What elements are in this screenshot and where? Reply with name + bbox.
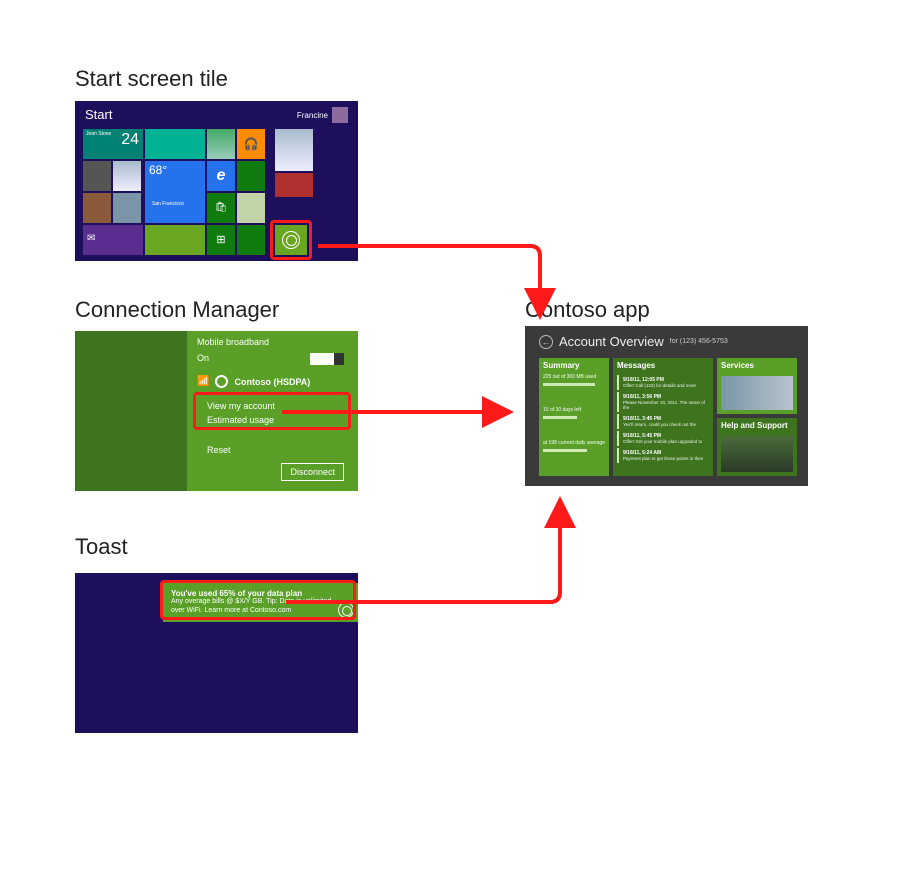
tile-ie[interactable]: e [207,161,235,191]
avatar [332,107,348,123]
tile-news[interactable] [275,173,313,197]
tile-photo-4[interactable] [113,193,141,223]
help-image [721,436,793,472]
weather-city: San Francisco [149,199,187,209]
tile-mail[interactable]: ✉ [83,225,143,255]
message-item[interactable]: 9/18/11, 3:45 PMYes'll return, could you… [617,414,709,429]
label-start: Start screen tile [75,66,228,92]
label-app: Contoso app [525,297,650,323]
contoso-app-screenshot: ← Account Overview for (123) 456-5753 Su… [525,326,808,486]
app-header: ← Account Overview for (123) 456-5753 [539,334,728,349]
tile-photo-small-2[interactable] [113,161,141,191]
tile-calendar[interactable]: Jean Stone 24 [83,129,143,159]
headphones-icon: 🎧 [237,129,265,159]
message-item[interactable]: 9/18/11, 5:24 AMPayment plan to get thos… [617,448,709,463]
message-item[interactable]: 9/18/11, 12:05 PMOffer! Call (123) for d… [617,375,709,390]
ie-icon: e [207,161,235,191]
contoso-icon [338,602,354,618]
toast-notification[interactable]: You've used 65% of your data plan Any ov… [163,583,358,622]
tile-contoso[interactable] [275,225,307,255]
connection-manager-screenshot: Mobile broadband On 📶 Contoso (HSDPA) Vi… [75,331,358,491]
contoso-icon [282,231,300,249]
tile-photo-5[interactable] [237,193,265,223]
start-title: Start [85,107,112,122]
tile-weather[interactable]: 68° San Francisco [145,161,205,223]
windows-icon: ⊞ [207,225,235,255]
start-user[interactable]: Francine [297,107,348,123]
app-card-messages[interactable]: Messages 9/18/11, 12:05 PMOffer! Call (1… [613,358,713,476]
card-summary-title: Summary [539,358,609,373]
tile-wildlife[interactable] [275,129,313,171]
card-help-title: Help and Support [717,418,797,433]
summary-line-3: at 198 current daily average [539,439,609,447]
weather-temp: 68° [149,163,167,177]
back-icon[interactable]: ← [539,335,553,349]
services-image [721,376,793,410]
tile-music[interactable]: 🎧 [237,129,265,159]
start-user-name: Francine [297,111,328,120]
toast-body: Any overage bills @ $X/Y GB. Tip: Data i… [171,598,332,616]
tile-store[interactable]: 🛍 [207,193,235,223]
message-item[interactable]: 9/18/11, 3:56 PMPlease November 10, 2011… [617,392,709,412]
tile-xbox[interactable] [237,161,265,191]
cm-disconnect-button[interactable]: Disconnect [281,463,344,481]
card-messages-title: Messages [613,358,713,373]
tile-photo-small[interactable] [83,161,111,191]
label-toast: Toast [75,534,128,560]
tile-windows[interactable]: ⊞ [207,225,235,255]
tile-blank-2[interactable] [237,225,265,255]
signal-icon: 📶 [197,376,209,387]
app-card-summary[interactable]: Summary 225 out of 300 MB used 15 of 30 … [539,358,609,476]
message-item[interactable]: 9/18/11, 5:45 PMOffer! Get your mobile p… [617,431,709,446]
tile-text[interactable] [145,129,205,159]
tile-blank-1[interactable] [145,225,205,255]
cm-toggle-label: On [197,353,209,363]
cm-link-account[interactable]: View my account [207,401,275,411]
summary-line-1: 225 out of 300 MB used [539,373,609,381]
app-card-help[interactable]: Help and Support [717,418,797,476]
tile-photo-1[interactable] [207,129,235,159]
start-screen-screenshot: Start Francine Jean Stone 24 🎧 68° San F… [75,101,358,261]
app-card-services[interactable]: Services [717,358,797,414]
label-cm: Connection Manager [75,297,279,323]
cm-network-name: Contoso (HSDPA) [234,377,310,387]
tile-photo-3[interactable] [83,193,111,223]
cm-link-usage[interactable]: Estimated usage [207,415,274,425]
cm-network-row[interactable]: 📶 Contoso (HSDPA) [197,375,310,388]
summary-line-2: 15 of 30 days left [539,406,609,414]
mail-icon: ✉ [83,225,143,252]
app-title: Account Overview [559,334,664,349]
toast-title: You've used 65% of your data plan [171,589,332,598]
tile-calendar-day: 24 [121,131,139,149]
cm-header: Mobile broadband [197,337,269,347]
toast-screenshot: You've used 65% of your data plan Any ov… [75,573,358,733]
card-services-title: Services [717,358,797,373]
app-phone: for (123) 456-5753 [670,338,728,345]
cm-link-reset[interactable]: Reset [207,445,231,455]
contoso-icon [215,375,228,388]
cm-toggle[interactable] [310,353,344,365]
store-icon: 🛍 [207,193,235,223]
